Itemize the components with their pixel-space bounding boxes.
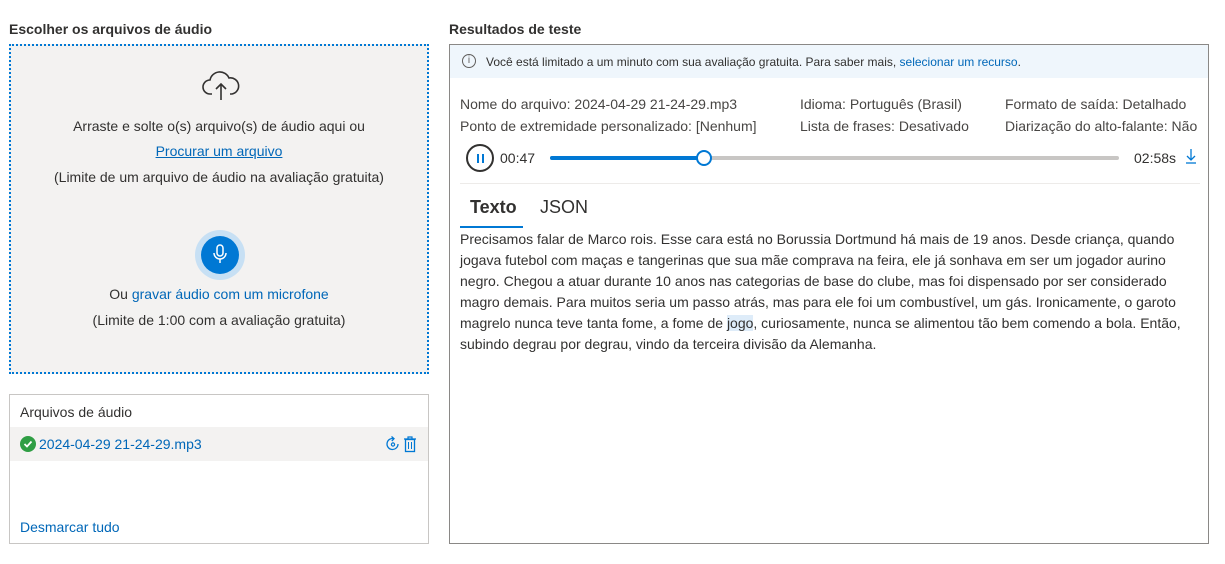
meta-endpoint: Ponto de extremidade personalizado: [Nen… [460, 118, 757, 134]
audio-player: 00:47 02:58s [464, 144, 1199, 172]
reprocess-icon[interactable] [385, 435, 401, 453]
pause-icon [477, 154, 479, 163]
current-time: 00:47 [500, 150, 536, 166]
meta-output-format: Formato de saída: Detalhado [1005, 96, 1187, 112]
divider [460, 183, 1200, 184]
mic-prefix: Ou [109, 286, 128, 302]
mic-limit-note: (Limite de 1:00 com a avaliação gratuita… [92, 312, 346, 328]
seek-slider[interactable] [550, 150, 1119, 166]
microphone-icon [213, 244, 227, 263]
record-mic-link[interactable]: gravar áudio com um microfone [132, 286, 329, 302]
test-results-title: Resultados de teste [449, 21, 582, 37]
drop-instructions: Arraste e solte o(s) arquivo(s) de áudio… [73, 118, 365, 134]
pause-button[interactable] [466, 144, 494, 172]
browse-file-link[interactable]: Procurar um arquivo [156, 143, 283, 159]
record-mic-button[interactable] [195, 230, 245, 280]
trash-icon[interactable] [403, 435, 419, 453]
file-list-item[interactable]: 2024-04-29 21-24-29.mp3 [10, 427, 428, 461]
transcript-text: Precisamos falar de Marco rois. Esse car… [460, 231, 1181, 352]
info-end: . [1017, 55, 1021, 69]
audio-drop-zone[interactable]: Arraste e solte o(s) arquivo(s) de áudio… [9, 44, 429, 374]
cloud-upload-icon [201, 70, 241, 102]
meta-file-name: Nome do arquivo: 2024-04-29 21-24-29.mp3 [460, 96, 738, 112]
choose-files-title: Escolher os arquivos de áudio [9, 21, 213, 37]
file-limit-note: (Limite de um arquivo de áudio na avalia… [54, 169, 384, 185]
test-results-panel: i Você está limitado a um minuto com sua… [449, 44, 1209, 544]
seek-progress [550, 156, 704, 160]
tab-json[interactable]: JSON [540, 197, 588, 218]
info-icon: i [462, 54, 476, 68]
meta-diarization: Diarização do alto-falante: Não [1005, 118, 1198, 134]
file-name-link[interactable]: 2024-04-29 21-24-29.mp3 [39, 436, 202, 452]
download-icon[interactable] [1184, 148, 1198, 166]
seek-thumb[interactable] [695, 150, 712, 166]
meta-phrase-list: Lista de frases: Desativado [800, 118, 969, 134]
active-tab-indicator [460, 226, 523, 228]
total-time: 02:58s [1134, 150, 1177, 166]
deselect-all-link[interactable]: Desmarcar tudo [20, 519, 120, 535]
tab-text[interactable]: Texto [470, 197, 517, 218]
meta-language: Idioma: Português (Brasil) [800, 96, 962, 112]
select-resource-link[interactable]: selecionar um recurso [900, 55, 1018, 69]
highlighted-word: jogo [726, 315, 754, 331]
success-check-icon [20, 436, 36, 452]
info-message: Você está limitado a um minuto com sua a… [486, 55, 897, 69]
audio-files-title: Arquivos de áudio [20, 404, 133, 420]
trial-info-bar: i Você está limitado a um minuto com sua… [450, 45, 1208, 78]
audio-files-panel: Arquivos de áudio 2024-04-29 21-24-29.mp… [9, 394, 429, 544]
